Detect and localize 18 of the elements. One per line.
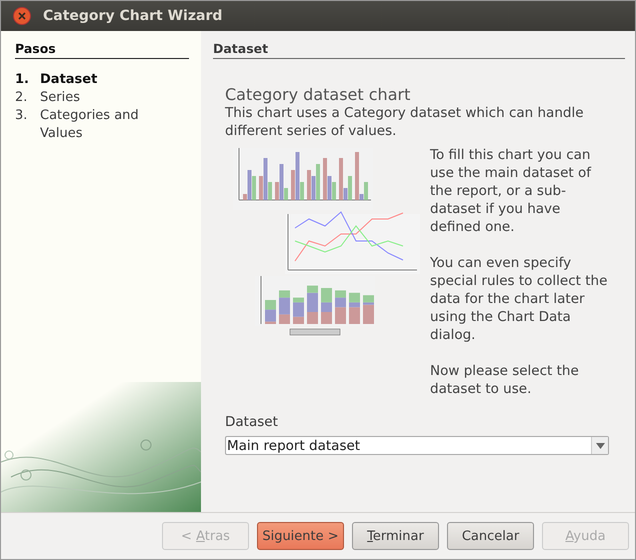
dataset-label: Dataset bbox=[225, 414, 279, 430]
wizard-button[interactable]: Siguiente > bbox=[257, 522, 344, 550]
step-item[interactable]: 2. Series bbox=[15, 89, 165, 107]
help-paragraph: To fill this chart you can use the main dataset of the report, or a sub-dataset if you have defined one. bbox=[430, 146, 592, 236]
help-paragraph: You can even specify special rules to collect the data for the chart later using the Chart Data dialog. bbox=[430, 254, 608, 344]
close-icon[interactable] bbox=[13, 7, 31, 25]
help-paragraph: Now please select the dataset to use. bbox=[430, 362, 580, 398]
dataset-dropdown[interactable]: Main report dataset bbox=[225, 436, 609, 455]
wizard-button[interactable]: Terminar bbox=[352, 522, 439, 550]
wizard-button[interactable]: Cancelar bbox=[447, 522, 534, 550]
step-item[interactable]: 3. Categories and Values bbox=[15, 107, 165, 143]
chart-type-title: Category dataset chart bbox=[225, 85, 412, 104]
chart-description: This chart uses a Category dataset which can handle different series of values. bbox=[225, 104, 585, 140]
section-heading: Dataset bbox=[213, 41, 625, 59]
dropdown-arrow-icon bbox=[596, 442, 604, 448]
window-title: Category Chart Wizard bbox=[43, 8, 222, 24]
steps-heading: Pasos bbox=[15, 41, 189, 59]
step-item[interactable]: 1. Dataset bbox=[15, 71, 165, 89]
